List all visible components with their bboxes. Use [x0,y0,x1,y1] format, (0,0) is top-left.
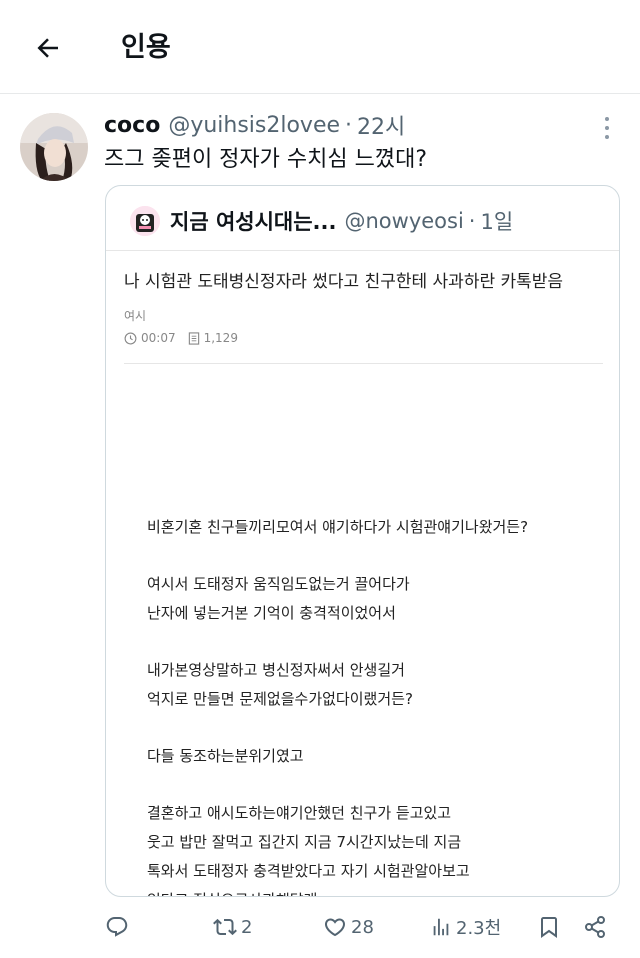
more-icon [605,117,609,139]
post-body-line: 내가본영상말하고 병신정자써서 안생길거 [147,661,405,679]
post-title: 나 시험관 도태병신정자라 썼다고 친구한테 사과하란 카톡받음 [124,272,564,292]
post-body-line: 비혼기혼 친구들끼리모여서 얘기하다가 시험관얘기나왔거든? [147,518,529,536]
tweet-time[interactable]: 22시 [357,109,405,141]
post-body-line: 여시서 도태정자 움직임도없는거 끌어다가 [147,575,410,593]
like-button[interactable]: 28 [323,906,374,948]
reply-icon [106,917,128,937]
quoted-author-handle: @nowyeosi [344,209,464,233]
back-button[interactable] [28,28,68,68]
quoted-meta-separator: · [468,209,476,233]
share-icon [585,916,605,938]
post-body-line: 난자에 넣는거본 기억이 충격적이었어서 [147,604,396,622]
tweet-actions: 2 28 2.3천 [0,906,640,948]
quoted-tweet[interactable]: 지금 여성시대는... @nowyeosi · 1일 나 시험관 도태병신정자라… [105,185,620,897]
post-screenshot: 나 시험관 도태병신정자라 썼다고 친구한테 사과하란 카톡받음 여시 00:0… [106,250,619,896]
quoted-author-name: 지금 여성시대는... [170,210,337,234]
post-body-line: 웃고 밥만 잘먹고 집간지 지금 7시간지났는데 지금 [147,833,462,851]
document-icon [188,331,199,345]
post-body-line: 결혼하고 애시도하는얘기안했던 친구가 듣고있고 [147,804,452,822]
post-board: 여시 [124,309,147,323]
quoted-author-avatar [130,206,160,236]
post-body: 비혼기혼 친구들끼리모여서 얘기하다가 시험관얘기나왔거든? 여시서 도태정자 움… [147,513,607,896]
post-body-line: 톡와서 도태정자 충격받았다고 자기 시험관알아보고 [147,862,470,880]
post-time: 00:07 [141,331,176,345]
bookmark-button[interactable] [537,906,561,948]
views-button[interactable]: 2.3천 [430,906,501,948]
post-meta: 00:07 1,129 [124,331,238,345]
top-bar: 인용 [0,0,640,94]
view-count: 2.3천 [456,918,502,939]
meta-separator: · [345,112,353,138]
quoted-tweet-header: 지금 여성시대는... @nowyeosi · 1일 [130,204,513,238]
post-divider [124,363,603,364]
tweet-text: 즈그 좆편이 정자가 수치심 느꼈대? [104,147,428,172]
post-body-line: 있다고 정식으로사과해달래 [147,886,607,896]
retweet-icon [213,918,237,936]
share-button[interactable] [583,906,607,948]
page-title: 인용 [121,32,171,63]
like-count: 28 [351,916,374,938]
reply-button[interactable] [105,906,133,948]
author-avatar[interactable] [20,113,88,181]
back-arrow-icon [37,38,58,58]
retweet-button[interactable]: 2 [213,906,252,948]
post-body-line: 억지로 만들면 문제없을수가없다이랬거든? [147,690,413,708]
views-icon [433,918,449,936]
quoted-tweet-time: 1일 [480,210,514,234]
tweet-header: coco @yuihsis2lovee · 22시 [104,109,405,141]
like-icon [324,918,346,937]
retweet-count: 2 [241,916,253,938]
post-views: 1,129 [203,331,238,345]
bookmark-icon [541,917,557,938]
clock-icon [124,332,137,344]
post-body-line: 다들 동조하는분위기였고 [147,747,304,765]
more-button[interactable] [596,116,618,140]
author-name[interactable]: coco [104,113,160,138]
author-handle[interactable]: @yuihsis2lovee [168,113,340,138]
